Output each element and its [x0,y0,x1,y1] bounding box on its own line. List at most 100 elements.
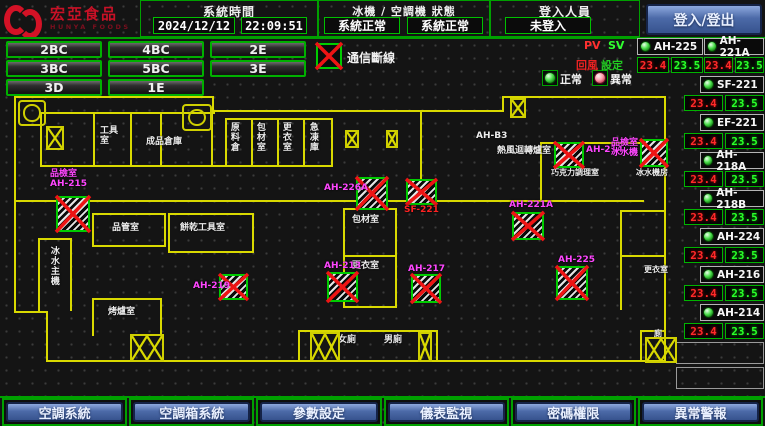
login-logout-button[interactable]: 登入/登出 [646,4,762,35]
pv-value: 23.4 [637,57,669,73]
nav-button-異常警報[interactable]: 異常警報 [642,402,759,422]
room-label: 巧克力調理室 [551,169,599,178]
comm-error-marker[interactable] [56,196,90,232]
spiral-stair-icon [18,100,46,126]
unit-sf-221[interactable]: SF-221 [700,76,764,93]
nav-frame: 儀表監視 [384,398,509,426]
wall-segment [164,213,166,247]
spiral-stair-icon [182,104,212,131]
nav-button-儀表監視[interactable]: 儀表監視 [388,402,505,422]
wall-segment [502,96,504,112]
sv-value: 23.5 [725,171,764,187]
unit-ah-225[interactable]: AH-225 [637,38,703,55]
wall-segment [620,210,622,310]
wall-segment [92,245,166,247]
unit-status-led [703,79,714,90]
floor-button-5bc[interactable]: 5BC [108,60,204,77]
comm-error-marker[interactable] [640,139,668,167]
stairs-icon [130,334,164,362]
door-x-icon [386,130,398,148]
room-label: 冰水機房 [636,169,668,178]
wall-segment [92,213,94,247]
login-user-value: 未登入 [505,17,591,34]
room-label: 更衣室 [644,266,668,275]
pv-value: 23.4 [704,57,733,73]
wall-segment [252,213,254,253]
marker-label: AH-226A [324,184,368,194]
wall-segment [395,208,397,308]
unit-name-label: AH-218A [716,149,763,173]
normal-led-icon [542,70,558,86]
nav-button-密碼權限[interactable]: 密碼權限 [515,402,632,422]
unit-ah-218a[interactable]: AH-218A [700,152,764,169]
nav-button-空調箱系統[interactable]: 空調箱系統 [133,402,250,422]
normal-label: 正常 [560,71,582,87]
bottom-nav-bar: 空調系統空調箱系統參數設定儀表監視密碼權限異常警報 [0,398,765,426]
wall-segment [92,213,166,215]
wall-segment [277,120,279,167]
system-clock-value: 22:09:51 [241,17,307,34]
unit-values-ah-225: 23.423.5 [637,57,703,73]
nav-button-參數設定[interactable]: 參數設定 [260,402,377,422]
unit-name-label: AH-224 [717,231,760,243]
room-label: 更衣室 [280,122,290,152]
pv-value: 23.4 [684,209,723,225]
room-label: 烤爐室 [108,308,135,318]
unit-ah-214[interactable]: AH-214 [700,304,764,321]
room-label: 熱風迴轉爐室 [497,147,551,157]
wall-segment [436,330,438,362]
floor-button-1e[interactable]: 1E [108,79,204,96]
wall-segment [640,330,666,332]
unit-name-label: AH-225 [654,41,697,53]
comm-error-marker[interactable] [406,179,437,205]
wall-segment [38,238,72,240]
door-x-icon [418,332,432,362]
sv-value: 23.5 [725,323,764,339]
sv-value: 23.5 [725,95,764,111]
wall-segment [331,118,333,167]
ahu-status-value: 系統正常 [407,17,483,34]
comm-error-marker[interactable] [411,274,441,303]
wall-segment [251,120,253,167]
room-label: 工具室 [100,127,124,147]
brand-name-en: HUNYA FOODS [50,24,131,31]
pv-value: 23.4 [684,133,723,149]
sv-value: 23.5 [725,285,764,301]
floor-button-3e[interactable]: 3E [210,60,306,77]
wall-segment [664,96,666,362]
room-label: 餅乾工具室 [180,224,225,234]
nav-frame: 異常警報 [638,398,763,426]
room-label: AH-B3 [476,132,507,142]
unit-ah-224[interactable]: AH-224 [700,228,764,245]
unit-ef-221[interactable]: EF-221 [700,114,764,131]
wall-segment [502,96,666,98]
nav-button-空調系統[interactable]: 空調系統 [6,402,123,422]
comm-error-marker[interactable] [554,142,584,168]
wall-segment [620,210,664,212]
unit-ah-218b[interactable]: AH-218B [700,190,764,207]
wall-segment [640,330,642,362]
wall-segment [168,251,254,253]
floor-button-3d[interactable]: 3D [6,79,102,96]
marker-label: AH-213 [324,262,361,272]
floor-button-2bc[interactable]: 2BC [6,41,102,58]
unit-values-ah-214: 23.423.5 [684,323,764,339]
empty-unit-slot [676,367,764,389]
room-label: 成品倉庫 [146,138,182,148]
room-label: 原料倉 [228,122,238,152]
comm-error-marker[interactable] [512,212,544,240]
floor-button-2e[interactable]: 2E [210,41,306,58]
unit-ah-216[interactable]: AH-216 [700,266,764,283]
unit-ah-221a[interactable]: AH-221A [704,38,764,55]
marker-label: AH-221A [509,201,553,211]
wall-segment [168,213,170,253]
comm-error-marker[interactable] [327,272,358,302]
floor-button-4bc[interactable]: 4BC [108,41,204,58]
room-label: 包材室 [254,122,264,152]
unit-values-ef-221: 23.423.5 [684,133,764,149]
comm-error-marker[interactable] [556,266,588,300]
marker-label: AH-217 [408,265,445,275]
nav-frame: 空調箱系統 [129,398,254,426]
floor-button-3bc[interactable]: 3BC [6,60,102,77]
marker-label: AH-219 [193,282,230,292]
